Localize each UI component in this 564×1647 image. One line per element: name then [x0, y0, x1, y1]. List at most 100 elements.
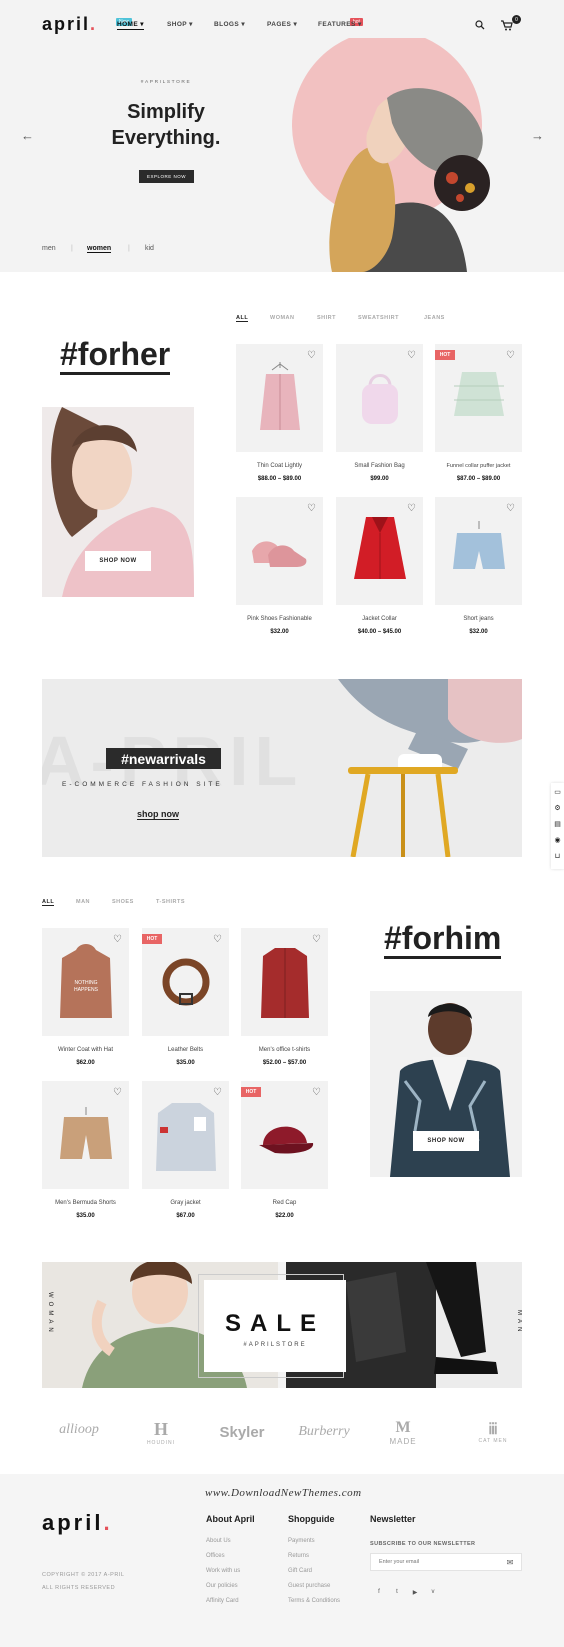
help-icon[interactable]: ◉ [551, 834, 564, 846]
wishlist-heart-icon[interactable]: ♡ [506, 350, 515, 361]
category-men[interactable]: men [42, 245, 56, 252]
product-card[interactable]: ♡ [236, 344, 323, 452]
tab-shoes[interactable]: SHOES [112, 899, 134, 905]
explore-now-button[interactable]: EXPLORE NOW [139, 170, 194, 183]
category-women[interactable]: women [87, 245, 112, 253]
product-name[interactable]: Pink Shoes Fashionable [236, 616, 323, 622]
brand-burberry-logo[interactable]: Burberry [293, 1420, 355, 1444]
product-card[interactable]: ♡ [336, 344, 423, 452]
tab-jeans[interactable]: JEANS [424, 315, 445, 321]
nav-shop[interactable]: SHOP ▾ [167, 20, 193, 28]
footer-link[interactable]: Returns [288, 1553, 309, 1559]
wishlist-heart-icon[interactable]: ♡ [407, 503, 416, 514]
youtube-icon[interactable]: ▶ [410, 1587, 420, 1597]
settings-icon[interactable]: ⚙ [551, 802, 564, 814]
shirt-image [261, 948, 309, 1018]
hero-title: Simplify Everything. [111, 101, 221, 149]
tab-all[interactable]: ALL [236, 315, 249, 322]
tab-shirt[interactable]: SHIRT [317, 315, 336, 321]
banner-shop-now-link[interactable]: shop now [137, 809, 179, 820]
product-card[interactable]: ♡ [42, 1081, 129, 1189]
nav-home[interactable]: HOME ▾ [117, 20, 144, 30]
product-price: $32.00 [469, 629, 488, 635]
product-name[interactable]: Small Fashion Bag [336, 463, 423, 469]
tab-man[interactable]: MAN [76, 899, 90, 905]
product-name[interactable]: Leather Belts [142, 1047, 229, 1053]
product-card[interactable]: ♡ [236, 497, 323, 605]
category-kid[interactable]: kid [145, 245, 154, 252]
sale-box: SALE #APRILSTORE [204, 1280, 346, 1372]
twitter-icon[interactable]: t [392, 1587, 402, 1597]
sale-subtitle: #APRILSTORE [243, 1342, 307, 1348]
wishlist-heart-icon[interactable]: ♡ [312, 934, 321, 945]
newsletter-email-input[interactable] [370, 1553, 522, 1571]
product-name[interactable]: Gray jacket [142, 1200, 229, 1206]
send-mail-icon[interactable]: ✉ [503, 1556, 517, 1568]
product-name[interactable]: Red Cap [241, 1200, 328, 1206]
product-name[interactable]: Winter Coat with Hat [42, 1047, 129, 1053]
tab-sweatshirt[interactable]: SWEATSHIRT [358, 315, 399, 321]
wishlist-heart-icon[interactable]: ♡ [213, 934, 222, 945]
svg-text:NOTHING: NOTHING [74, 980, 97, 986]
brand-made-logo[interactable]: M MADE [380, 1414, 426, 1450]
product-name[interactable]: Men's Bermuda Shorts [42, 1200, 129, 1206]
forhim-shop-now-button[interactable]: SHOP NOW [413, 1131, 479, 1151]
desktop-icon[interactable]: ▭ [551, 786, 564, 798]
product-card[interactable]: ♡ NOTHING HAPPENS [42, 928, 129, 1036]
wishlist-heart-icon[interactable]: ♡ [113, 1087, 122, 1098]
footer-link[interactable]: About Us [206, 1538, 231, 1544]
brand-allioop-logo[interactable]: allioop [52, 1418, 106, 1442]
footer-logo[interactable]: april. [42, 1510, 113, 1536]
footer-link[interactable]: Guest purchase [288, 1583, 330, 1589]
product-card[interactable]: HOT ♡ [435, 344, 522, 452]
footer-link[interactable]: Our policies [206, 1583, 238, 1589]
logo[interactable]: april. [42, 14, 97, 35]
product-name[interactable]: Short jeans [435, 616, 522, 622]
product-card[interactable]: HOT ♡ [241, 1081, 328, 1189]
footer-link[interactable]: Payments [288, 1538, 315, 1544]
facebook-icon[interactable]: f [374, 1587, 384, 1597]
footer-link[interactable]: Offices [206, 1553, 225, 1559]
wishlist-heart-icon[interactable]: ♡ [113, 934, 122, 945]
document-icon[interactable]: ▤ [551, 818, 564, 830]
wishlist-heart-icon[interactable]: ♡ [312, 1087, 321, 1098]
copyright-text: COPYRIGHT © 2017 A-PRIL [42, 1572, 125, 1578]
footer-link[interactable]: Affinity Card [206, 1598, 239, 1604]
search-icon[interactable] [475, 20, 485, 30]
footer-link[interactable]: Gift Card [288, 1568, 312, 1574]
product-card[interactable]: ♡ [142, 1081, 229, 1189]
newsletter-label: SUBSCRIBE TO OUR NEWSLETTER [370, 1541, 476, 1547]
vimeo-icon[interactable]: v [428, 1587, 438, 1597]
brand-skyler-logo[interactable]: Skyler [216, 1420, 268, 1444]
next-slide-arrow[interactable]: → [531, 128, 544, 143]
product-card[interactable]: ♡ [435, 497, 522, 605]
product-card[interactable]: HOT ♡ [142, 928, 229, 1036]
product-name[interactable]: Funnel collar puffer jacket [435, 463, 522, 469]
footer-link[interactable]: Work with us [206, 1568, 240, 1574]
wishlist-heart-icon[interactable]: ♡ [407, 350, 416, 361]
wishlist-heart-icon[interactable]: ♡ [307, 503, 316, 514]
forher-shop-now-button[interactable]: SHOP NOW [85, 551, 151, 571]
product-name[interactable]: Thin Coat Lightly [236, 463, 323, 469]
nav-pages[interactable]: PAGES ▾ [267, 20, 297, 28]
tab-woman[interactable]: WOMAN [270, 315, 295, 321]
cart-icon[interactable] [500, 19, 513, 31]
wishlist-heart-icon[interactable]: ♡ [506, 503, 515, 514]
footer-link[interactable]: Terms & Conditions [288, 1598, 340, 1604]
hot-badge: HOT [142, 934, 162, 944]
nav-blogs[interactable]: BLOGS ▾ [214, 20, 245, 28]
prev-slide-arrow[interactable]: ← [21, 128, 34, 143]
brand-houdini-logo[interactable]: H HOUDINI [138, 1412, 184, 1452]
cart-icon[interactable]: ⊔ [551, 850, 564, 862]
brand-catmen-logo[interactable]: ⅲ CAT MEN [470, 1414, 516, 1450]
product-price: $52.00 – $57.00 [262, 1060, 307, 1066]
tab-tshirts[interactable]: T-SHIRTS [156, 899, 185, 905]
product-card[interactable]: ♡ [336, 497, 423, 605]
wishlist-heart-icon[interactable]: ♡ [307, 350, 316, 361]
product-name[interactable]: Jacket Collar [336, 616, 423, 622]
tab-all[interactable]: ALL [42, 899, 55, 906]
newarrivals-heading: #newarrivals [106, 748, 221, 769]
product-name[interactable]: Men's office t-shirts [241, 1047, 328, 1053]
nav-features[interactable]: FEATURES ▾ [318, 20, 362, 28]
product-card[interactable]: ♡ [241, 928, 328, 1036]
